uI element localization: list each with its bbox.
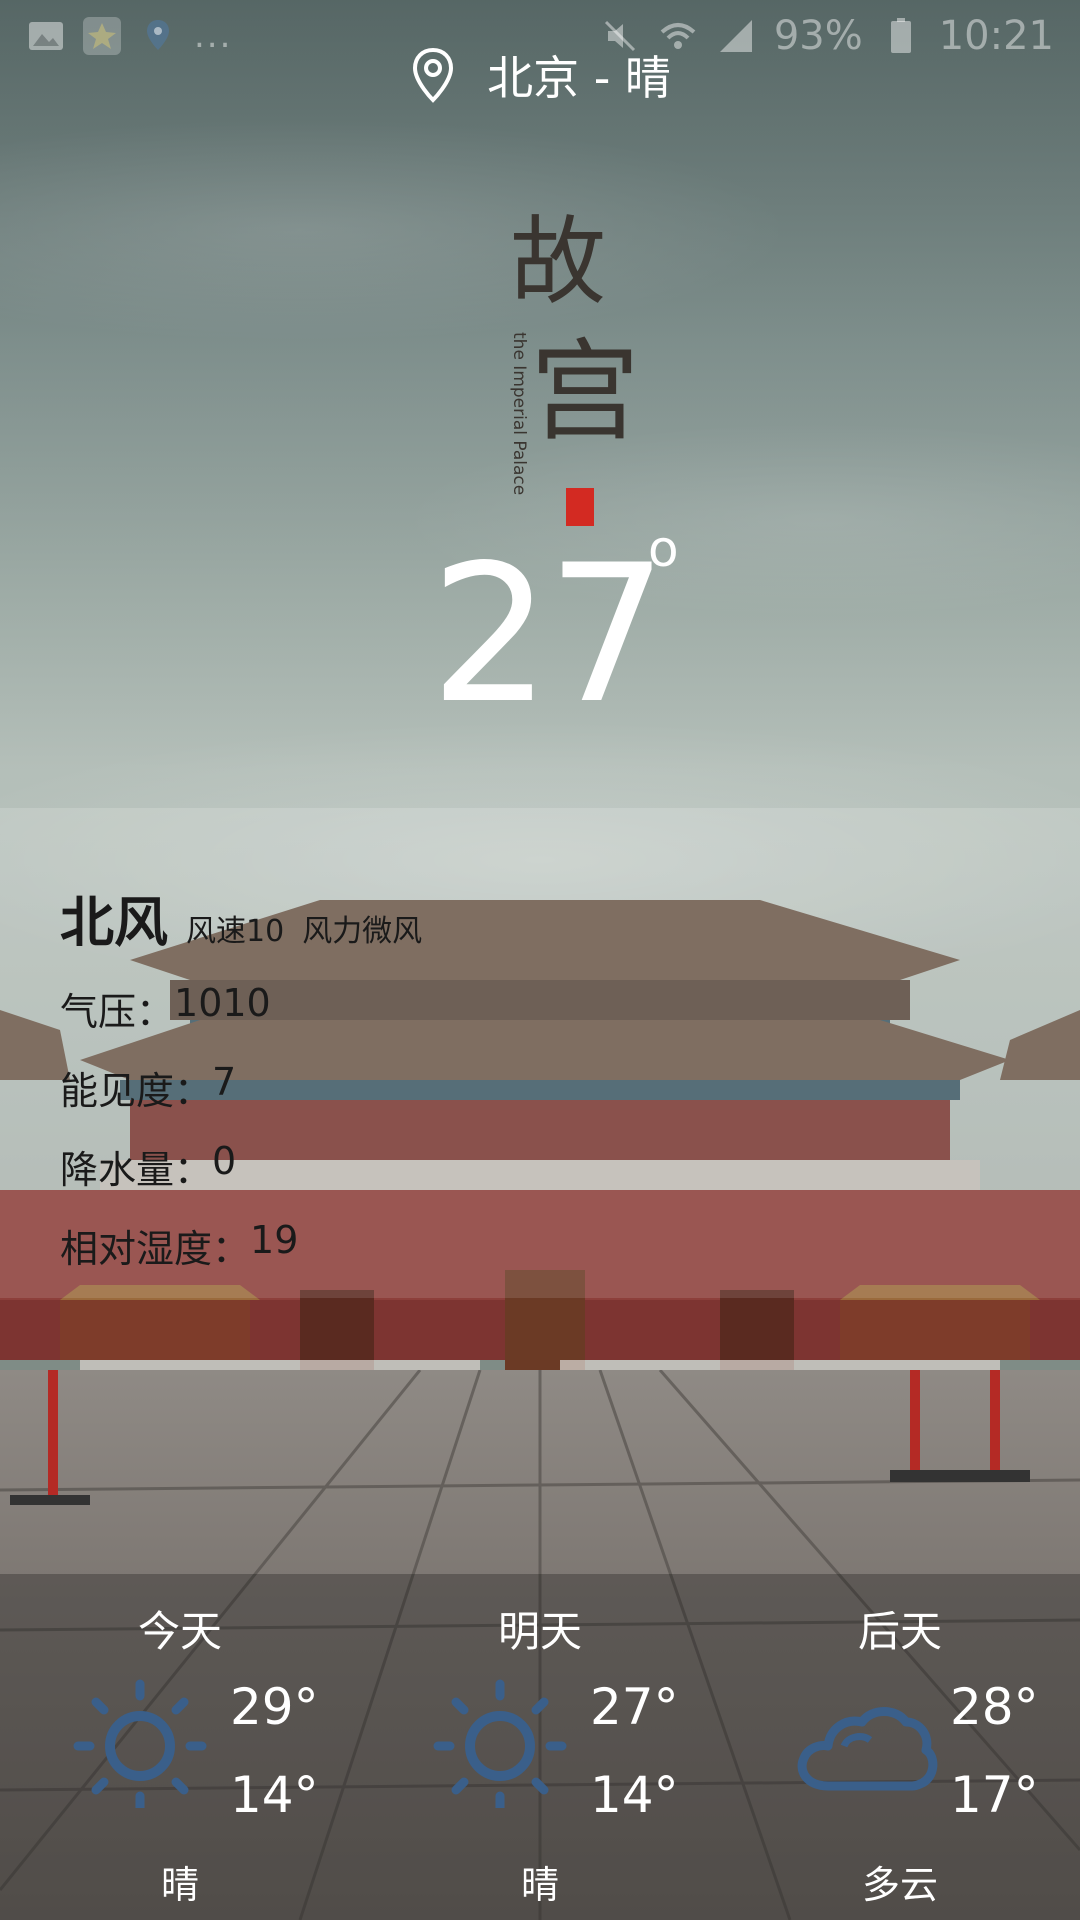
forecast-condition: 晴 — [160, 1863, 199, 1907]
precipitation-label: 降水量： — [60, 1148, 213, 1192]
forecast-day-tomorrow[interactable]: 明天 27° 14° 晴 — [360, 1574, 720, 1920]
humidity-value: 19 — [250, 1218, 299, 1262]
forecast-high: 27° — [590, 1678, 679, 1736]
visibility-value: 7 — [212, 1060, 237, 1104]
forecast-high: 29° — [230, 1678, 319, 1736]
cloud-icon — [797, 1707, 938, 1791]
forecast-day-label: 明天 — [497, 1607, 582, 1656]
precipitation-value: 0 — [212, 1139, 237, 1183]
sun-icon — [433, 1679, 567, 1808]
forecast-condition: 晴 — [520, 1863, 559, 1907]
wind-direction: 北风 — [60, 891, 168, 954]
location-header[interactable]: 北京 - 晴 — [0, 42, 1080, 108]
wind-force: 风力微风 — [302, 914, 423, 949]
palace-logo: 故 宫 the Imperial Palace — [509, 206, 640, 526]
logo-title-char-1: 故 — [510, 206, 606, 318]
forecast-low: 14° — [230, 1766, 319, 1824]
humidity-row: 相对湿度： 19 — [60, 1218, 422, 1273]
pressure-label: 气压： — [60, 990, 175, 1034]
pressure-row: 气压： 1010 — [60, 981, 422, 1036]
current-temperature: 27 — [430, 524, 668, 745]
weather-details-panel: 北风 风速10 风力微风 气压： 1010 能见度： 7 降水量： 0 相对湿度… — [0, 808, 1080, 1298]
humidity-label: 相对湿度： — [60, 1227, 251, 1271]
visibility-label: 能见度： — [60, 1069, 213, 1113]
forecast-day-today[interactable]: 今天 29° 14° 晴 — [0, 1574, 360, 1920]
sun-icon — [73, 1679, 207, 1808]
visibility-row: 能见度： 7 — [60, 1060, 422, 1115]
wind-speed: 风速10 — [186, 914, 285, 949]
forecast-low: 17° — [950, 1766, 1039, 1824]
forecast-day-label: 后天 — [857, 1607, 942, 1656]
forecast-condition: 多云 — [861, 1863, 938, 1907]
pressure-value: 1010 — [174, 981, 271, 1025]
forecast-panel: 今天 29° 14° 晴 明天 27° 14° 晴 后天 28° 17° 多云 — [0, 1574, 1080, 1920]
precipitation-row: 降水量： 0 — [60, 1139, 422, 1194]
seal-stamp — [566, 488, 594, 526]
map-pin-icon — [413, 47, 454, 103]
forecast-day-label: 今天 — [137, 1607, 222, 1656]
forecast-day-after-tomorrow[interactable]: 后天 28° 17° 多云 — [720, 1574, 1080, 1920]
logo-title-char-2: 宫 — [530, 328, 640, 456]
logo-subtitle: the Imperial Palace — [509, 332, 529, 495]
wind-row: 北风 风速10 风力微风 — [60, 878, 422, 957]
location-text: 北京 - 晴 — [487, 51, 671, 105]
forecast-high: 28° — [950, 1678, 1039, 1736]
forecast-low: 14° — [590, 1766, 679, 1824]
temperature-degree-symbol: o — [648, 520, 679, 578]
